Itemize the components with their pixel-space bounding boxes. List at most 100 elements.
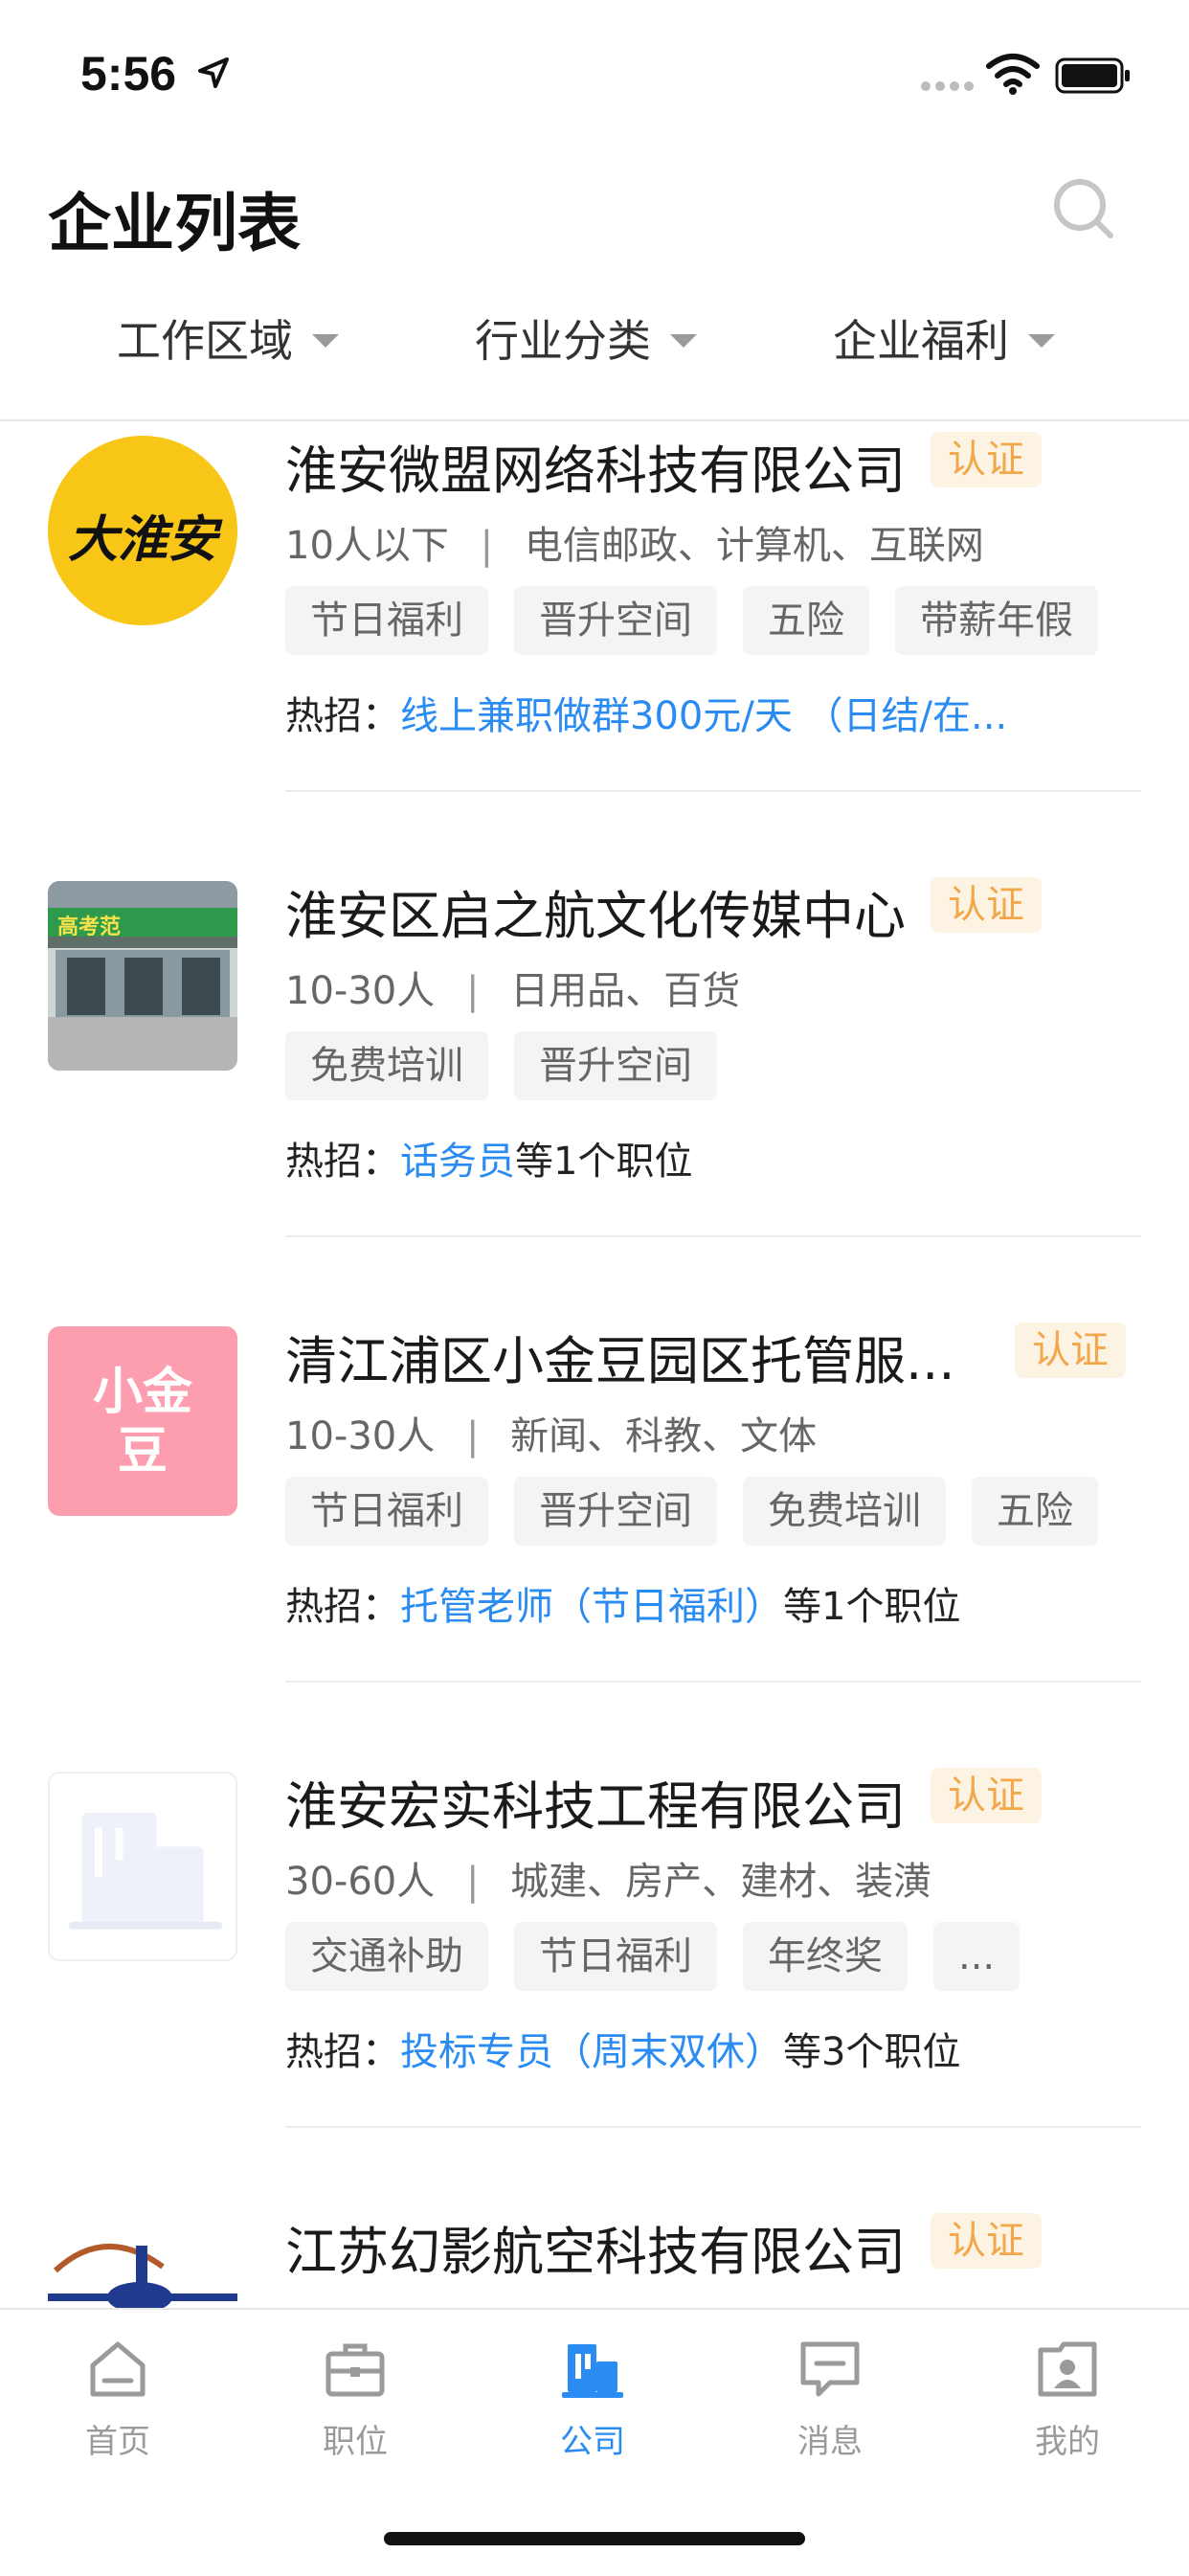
page-title: 企业列表 <box>48 187 301 260</box>
tab-label: 首页 <box>85 2423 150 2461</box>
location-arrow-icon <box>198 57 229 88</box>
tab-company[interactable]: 公司 <box>497 2337 688 2462</box>
hot-suffix: 等1个职位 <box>515 1140 693 1184</box>
company-size: 10人以下 <box>285 524 449 568</box>
tab-home[interactable]: 首页 <box>22 2337 213 2462</box>
company-card[interactable]: 江苏幻影航空科技有限公司 认证 <box>0 2188 1189 2308</box>
company-meta: 30-60人 | 城建、房产、建材、装潢 <box>285 1860 932 1904</box>
company-industry: 城建、房产、建材、装潢 <box>510 1860 932 1904</box>
hot-label: 热招： <box>285 1585 400 1629</box>
company-name: 江苏幻影航空科技有限公司 <box>285 2222 906 2282</box>
logo-text: 小金豆 <box>92 1364 192 1480</box>
benefit-tag: 晋升空间 <box>514 1477 717 1546</box>
benefit-tag: 年终奖 <box>743 1922 908 1991</box>
hot-jobs: 热招：托管老师（节日福利）等1个职位 <box>285 1575 960 1631</box>
benefit-tag: 交通补助 <box>285 1922 488 1991</box>
company-size: 30-60人 <box>285 1860 436 1904</box>
search-icon[interactable] <box>1045 170 1122 247</box>
battery-icon <box>1055 57 1130 94</box>
tab-label: 职位 <box>323 2423 388 2461</box>
benefit-tags: 节日福利 晋升空间 免费培训 五险 <box>285 1477 1124 1546</box>
tab-label: 我的 <box>1035 2423 1100 2461</box>
company-name: 淮安微盟网络科技有限公司 <box>285 441 906 501</box>
card-divider <box>285 1681 1141 1683</box>
hot-job-link[interactable]: 投标专员（周末双休） <box>400 2030 783 2074</box>
hot-jobs: 热招：投标专员（周末双休）等3个职位 <box>285 2021 960 2076</box>
filter-industry[interactable]: 行业分类 <box>475 306 697 370</box>
company-logo: 高考范 <box>48 881 237 1071</box>
benefit-tag: 五险 <box>743 586 869 655</box>
cert-badge: 认证 <box>931 432 1042 487</box>
briefcase-icon <box>325 2343 385 2397</box>
tab-label: 消息 <box>797 2423 863 2461</box>
benefit-tag: 免费培训 <box>743 1477 946 1546</box>
company-card[interactable]: 高考范 淮安区启之航文化传媒中心 认证 10-30人 | 日用品、百货 免费培训… <box>0 852 1189 1298</box>
cert-badge: 认证 <box>931 877 1042 933</box>
card-divider <box>285 1235 1141 1237</box>
cellular-signal-icon <box>921 81 974 91</box>
filter-benefits[interactable]: 企业福利 <box>833 306 1055 370</box>
filter-work-area[interactable]: 工作区域 <box>117 306 339 370</box>
company-name: 淮安区启之航文化传媒中心 <box>285 886 906 946</box>
hot-job-link[interactable]: 话务员 <box>400 1140 515 1184</box>
company-card[interactable]: 淮安宏实科技工程有限公司 认证 30-60人 | 城建、房产、建材、装潢 交通补… <box>0 1743 1189 2188</box>
company-card[interactable]: 小金豆 清江浦区小金豆园区托管服... 认证 10-30人 | 新闻、科教、文体… <box>0 1298 1189 1743</box>
company-list[interactable]: 大淮安 淮安微盟网络科技有限公司 认证 10人以下 | 电信邮政、计算机、互联网… <box>0 421 1189 2308</box>
benefit-tag: 五险 <box>972 1477 1098 1546</box>
filter-label: 行业分类 <box>475 315 651 367</box>
airplane-logo-icon <box>48 2217 237 2308</box>
benefit-tag: 节日福利 <box>285 586 488 655</box>
company-industry: 电信邮政、计算机、互联网 <box>524 524 984 568</box>
benefit-tag: 晋升空间 <box>514 586 717 655</box>
benefit-tag: 节日福利 <box>514 1922 717 1991</box>
card-divider <box>285 2126 1141 2128</box>
tab-jobs[interactable]: 职位 <box>259 2337 451 2462</box>
company-size: 10-30人 <box>285 1414 436 1458</box>
status-bar: 5:56 <box>0 0 1189 144</box>
profile-icon <box>1038 2341 1097 2397</box>
company-industry: 日用品、百货 <box>510 969 741 1013</box>
caret-down-icon <box>312 334 339 348</box>
company-meta: 10-30人 | 新闻、科教、文体 <box>285 1414 818 1458</box>
benefit-tags: 免费培训 晋升空间 <box>285 1031 743 1100</box>
company-size: 10-30人 <box>285 969 436 1013</box>
building-icon <box>562 2344 623 2398</box>
company-card[interactable]: 大淮安 淮安微盟网络科技有限公司 认证 10人以下 | 电信邮政、计算机、互联网… <box>0 421 1189 852</box>
caret-down-icon <box>670 334 697 348</box>
default-company-logo-icon <box>48 1772 237 1961</box>
cert-badge: 认证 <box>1015 1322 1126 1378</box>
hot-suffix: 等3个职位 <box>783 2030 961 2074</box>
hot-jobs: 热招：话务员等1个职位 <box>285 1130 692 1186</box>
company-name: 清江浦区小金豆园区托管服... <box>285 1331 955 1391</box>
card-divider <box>285 790 1141 792</box>
benefit-tag: 带薪年假 <box>895 586 1098 655</box>
hot-job-link[interactable]: 线上兼职做群300元/天 （日结/在... <box>400 694 1007 738</box>
tab-messages[interactable]: 消息 <box>734 2337 926 2462</box>
hot-jobs: 热招：线上兼职做群300元/天 （日结/在... <box>285 685 1007 740</box>
status-time: 5:56 <box>80 47 177 101</box>
logo-text: 高考范 <box>57 915 122 939</box>
benefit-tags: 交通补助 节日福利 年终奖 ... <box>285 1922 1045 1991</box>
tab-label: 公司 <box>560 2423 625 2461</box>
filter-label: 企业福利 <box>833 315 1009 367</box>
tab-profile[interactable]: 我的 <box>972 2337 1163 2462</box>
company-industry: 新闻、科教、文体 <box>510 1414 818 1458</box>
cert-badge: 认证 <box>931 2213 1042 2269</box>
company-name: 淮安宏实科技工程有限公司 <box>285 1776 906 1837</box>
company-meta: 10-30人 | 日用品、百货 <box>285 969 741 1013</box>
company-logo: 大淮安 <box>48 436 237 625</box>
hot-label: 热招： <box>285 1140 400 1184</box>
cert-badge: 认证 <box>931 1768 1042 1823</box>
home-indicator <box>384 2532 805 2545</box>
benefit-tag: 节日福利 <box>285 1477 488 1546</box>
hot-job-link[interactable]: 托管老师（节日福利） <box>400 1585 783 1629</box>
caret-down-icon <box>1028 334 1055 348</box>
company-meta: 10人以下 | 电信邮政、计算机、互联网 <box>285 524 984 568</box>
message-icon <box>800 2341 860 2397</box>
wifi-icon <box>986 54 1040 95</box>
hot-label: 热招： <box>285 694 400 738</box>
benefit-tag: 晋升空间 <box>514 1031 717 1100</box>
home-icon <box>90 2341 146 2397</box>
hot-suffix: 等1个职位 <box>783 1585 961 1629</box>
company-logo: 小金豆 <box>48 1326 237 1516</box>
